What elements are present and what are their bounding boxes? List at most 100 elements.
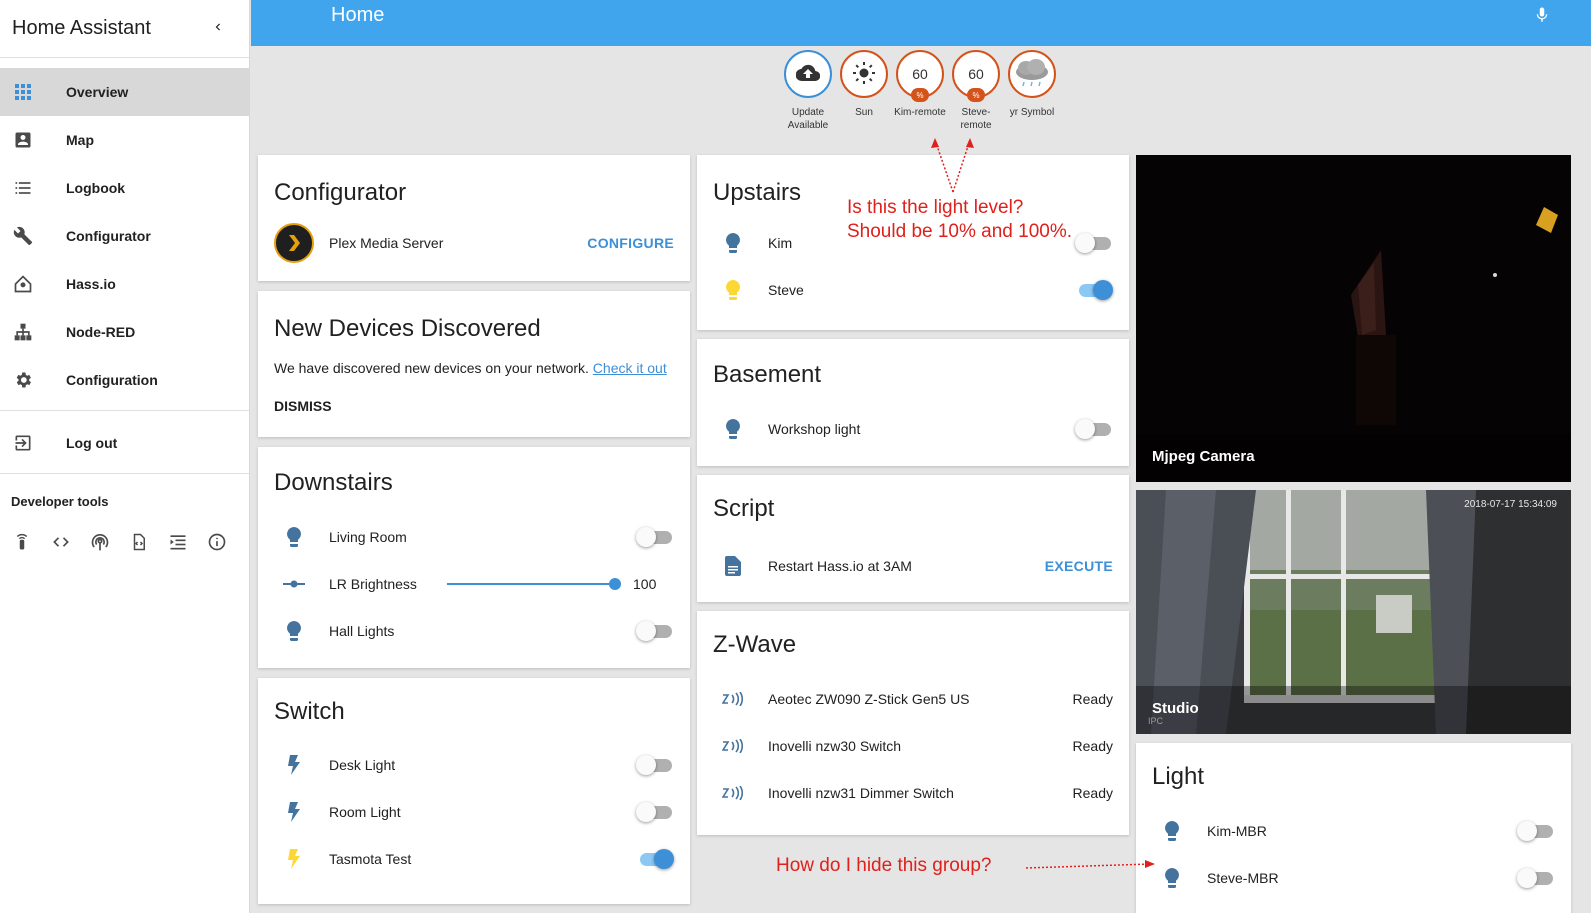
light-card: Light Kim-MBR Steve-MBR xyxy=(1136,743,1571,913)
lightbulb-icon xyxy=(274,611,314,651)
sidebar-item-configuration[interactable]: Configuration xyxy=(0,356,249,404)
annotation-hide-group: How do I hide this group? xyxy=(776,855,992,876)
list-item: Living Room xyxy=(274,517,674,557)
sidebar-item-label: Overview xyxy=(66,84,129,100)
arrowhead xyxy=(931,138,939,148)
sidebar-item-label: Log out xyxy=(66,435,118,451)
row-state: Ready xyxy=(1072,738,1113,754)
z-wave-icon xyxy=(713,726,753,766)
camera-caption: Mjpeg Camera xyxy=(1136,434,1571,482)
remote-icon[interactable] xyxy=(12,532,32,552)
lightbulb-icon xyxy=(274,517,314,557)
badge-label: yr Symbol xyxy=(1009,107,1055,118)
badge-sun[interactable]: Sun xyxy=(836,50,892,132)
configure-button[interactable]: CONFIGURE xyxy=(587,235,674,251)
steve-toggle[interactable] xyxy=(1075,280,1113,300)
sidebar-item-node-red[interactable]: Node-RED xyxy=(0,308,249,356)
list-item: Aeotec ZW090 Z-Stick Gen5 US Ready xyxy=(713,679,1113,719)
steve-mbr-toggle[interactable] xyxy=(1517,868,1555,888)
badge-label: Kim-remote xyxy=(894,107,946,118)
row-state: Ready xyxy=(1072,691,1113,707)
row-label: Hall Lights xyxy=(329,623,395,639)
sidebar-header: Home Assistant xyxy=(0,0,249,58)
workshop-light-toggle[interactable] xyxy=(1075,419,1113,439)
row-label: Aeotec ZW090 Z-Stick Gen5 US xyxy=(768,691,970,707)
code-tags-icon[interactable] xyxy=(51,532,71,552)
card-title: Basement xyxy=(713,361,822,388)
sidebar-item-hassio[interactable]: Hass.io xyxy=(0,260,249,308)
row-label: Steve xyxy=(768,282,804,298)
tasmota-test-toggle[interactable] xyxy=(636,849,674,869)
row-state: Ready xyxy=(1072,785,1113,801)
dismiss-button[interactable]: DISMISS xyxy=(274,398,332,414)
row-label: Desk Light xyxy=(329,757,396,773)
row-label: Steve-MBR xyxy=(1207,870,1279,886)
cloud-upload-icon xyxy=(795,61,821,88)
grid-icon xyxy=(12,81,34,103)
sidebar-item-label: Map xyxy=(66,132,94,148)
annotation-line: Is this the light level? xyxy=(847,197,1024,218)
badge-update[interactable]: Update Available xyxy=(780,50,836,132)
badge-kim-remote[interactable]: 60 % Kim-remote xyxy=(892,50,948,132)
badge-circle: 60 % xyxy=(952,50,1000,102)
badge-circle xyxy=(784,50,832,98)
desk-light-toggle[interactable] xyxy=(636,755,674,775)
account-box-icon xyxy=(12,129,34,151)
sidebar-item-label: Hass.io xyxy=(66,276,116,292)
badge-unit: % xyxy=(967,88,985,102)
list-item: Inovelli nzw30 Switch Ready xyxy=(713,726,1113,766)
studio-camera-card[interactable]: 2018-07-17 15:34:09 Studio IPC xyxy=(1136,490,1571,734)
badge-value: 60 xyxy=(968,66,984,82)
sidebar-item-map[interactable]: Map xyxy=(0,116,249,164)
card-title: New Devices Discovered xyxy=(274,315,541,342)
chevron-left-icon[interactable] xyxy=(211,17,225,40)
execute-button[interactable]: EXECUTE xyxy=(1045,558,1113,574)
z-wave-icon xyxy=(713,773,753,813)
row-label: Kim-MBR xyxy=(1207,823,1267,839)
kim-mbr-toggle[interactable] xyxy=(1517,821,1555,841)
flash-icon xyxy=(274,792,314,832)
plex-logo-icon xyxy=(274,223,314,263)
kim-toggle[interactable] xyxy=(1075,233,1113,253)
sidebar-item-configurator[interactable]: Configurator xyxy=(0,212,249,260)
card-title: Switch xyxy=(274,698,345,725)
check-it-out-link[interactable]: Check it out xyxy=(593,360,667,376)
info-icon[interactable] xyxy=(207,532,227,552)
badge-circle xyxy=(840,50,888,98)
settings-icon xyxy=(12,369,34,391)
list-item: Plex Media Server CONFIGURE xyxy=(274,223,674,263)
room-light-toggle[interactable] xyxy=(636,802,674,822)
microphone-icon[interactable] xyxy=(1533,4,1551,31)
badge-label: Steve-remote xyxy=(960,107,992,131)
lightbulb-icon xyxy=(713,223,753,263)
list-item: Inovelli nzw31 Dimmer Switch Ready xyxy=(713,773,1113,813)
sidebar-item-logout[interactable]: Log out xyxy=(0,419,249,467)
card-title: Configurator xyxy=(274,179,407,206)
row-label: Plex Media Server xyxy=(329,235,444,251)
access-point-icon[interactable] xyxy=(90,532,110,552)
sidebar-divider xyxy=(0,410,249,411)
flash-icon xyxy=(274,839,314,879)
list-item: Room Light xyxy=(274,792,674,832)
file-document-icon xyxy=(713,546,753,586)
badge-yr-symbol[interactable]: yr Symbol xyxy=(1004,50,1060,132)
sidebar-item-logbook[interactable]: Logbook xyxy=(0,164,249,212)
hall-lights-toggle[interactable] xyxy=(636,621,674,641)
row-label: Workshop light xyxy=(768,421,861,437)
badge-steve-remote[interactable]: 60 % Steve-remote xyxy=(948,50,1004,132)
lr-brightness-slider[interactable] xyxy=(447,574,621,594)
sidebar: Home Assistant Overview Map Logbook Conf… xyxy=(0,0,250,913)
file-xml-icon[interactable] xyxy=(129,532,149,552)
wrench-icon xyxy=(12,225,34,247)
sidebar-item-overview[interactable]: Overview xyxy=(0,68,249,116)
card-title: Z-Wave xyxy=(713,631,797,658)
format-list-checks-icon[interactable] xyxy=(168,532,188,552)
mjpeg-camera-card[interactable]: Mjpeg Camera xyxy=(1136,155,1571,482)
annotation-light-level: Is this the light level? Should be 10% a… xyxy=(847,196,1072,244)
arrowhead xyxy=(966,138,974,148)
sidebar-item-label: Configuration xyxy=(66,372,158,388)
list-item: Kim-MBR xyxy=(1152,811,1555,851)
list-item: LR Brightness 100 xyxy=(274,564,674,604)
sun-icon xyxy=(852,61,876,88)
living-room-toggle[interactable] xyxy=(636,527,674,547)
